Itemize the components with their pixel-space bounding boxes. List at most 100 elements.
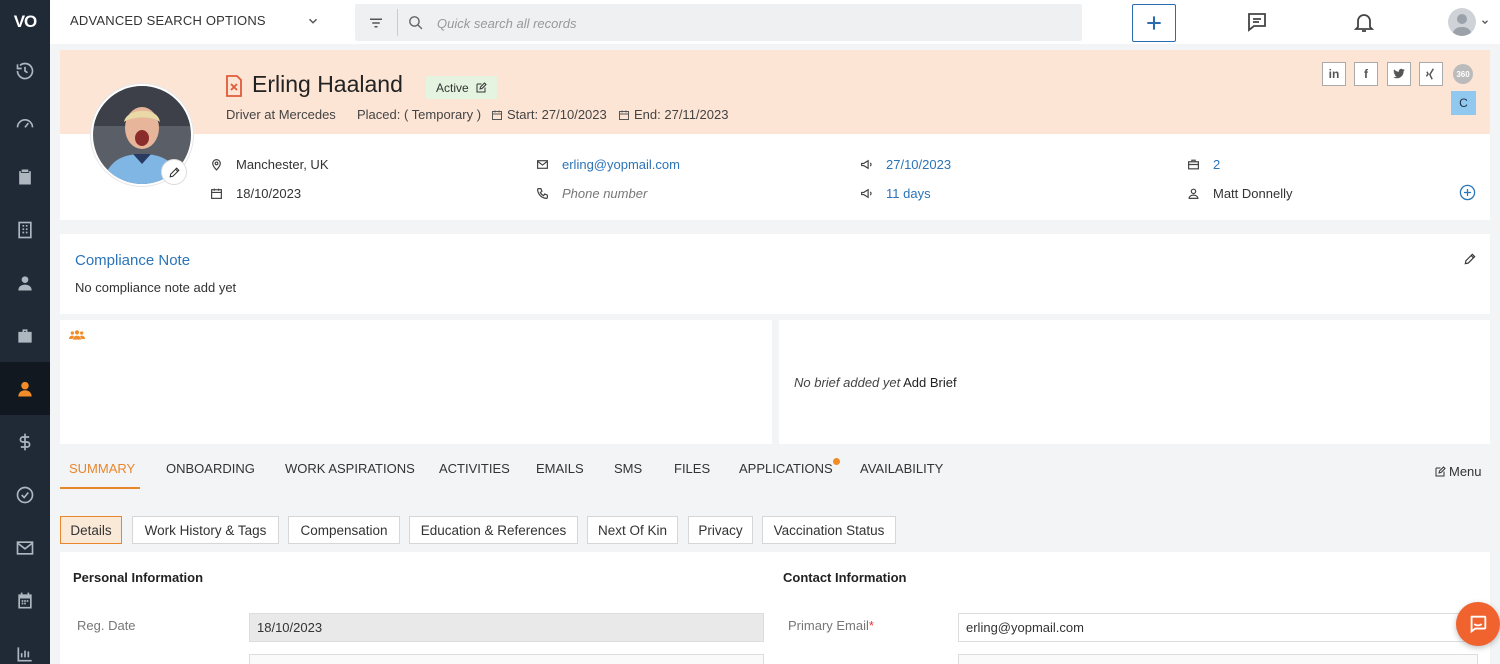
placement-start: Start: 27/10/2023 bbox=[491, 107, 607, 122]
sidebar-item-calendar[interactable] bbox=[0, 574, 50, 627]
profile-360-button[interactable]: 360 bbox=[1451, 62, 1475, 86]
contact-information-section: Contact Information Primary Email* bbox=[771, 552, 1490, 664]
add-circle-icon[interactable] bbox=[1459, 184, 1476, 201]
bell-icon[interactable] bbox=[1352, 10, 1376, 34]
quick-search-input[interactable] bbox=[437, 12, 1037, 34]
topbar: ADVANCED SEARCH OPTIONS bbox=[50, 0, 1500, 44]
subtab-privacy[interactable]: Privacy bbox=[688, 516, 753, 544]
email-link[interactable]: erling@yopmail.com bbox=[562, 157, 680, 172]
linkedin-icon: in bbox=[1328, 67, 1340, 81]
subtab-next-of-kin[interactable]: Next Of Kin bbox=[587, 516, 678, 544]
sidebar-item-dashboard[interactable] bbox=[0, 97, 50, 150]
user-icon bbox=[1188, 188, 1199, 199]
subtab-work-history[interactable]: Work History & Tags bbox=[132, 516, 279, 544]
next-field-stub[interactable] bbox=[249, 654, 764, 664]
jobs-count-field[interactable]: 2 bbox=[1187, 157, 1220, 172]
document-x-icon[interactable] bbox=[224, 74, 244, 98]
pencil-icon[interactable] bbox=[1463, 252, 1477, 266]
tab-sms[interactable]: SMS bbox=[614, 461, 642, 476]
subtab-compensation[interactable]: Compensation bbox=[288, 516, 400, 544]
jobs-count-text[interactable]: 2 bbox=[1213, 157, 1220, 172]
created-date-field: 18/10/2023 bbox=[210, 186, 301, 201]
sidebar-item-approvals[interactable] bbox=[0, 468, 50, 521]
subtab-details[interactable]: Details bbox=[60, 516, 122, 544]
category-badge[interactable]: C bbox=[1451, 91, 1476, 115]
tab-activities[interactable]: ACTIVITIES bbox=[439, 461, 510, 476]
tab-summary[interactable]: SUMMARY bbox=[69, 461, 135, 476]
profile-details bbox=[60, 134, 1490, 220]
contacts-icon bbox=[18, 275, 32, 290]
status-badge[interactable]: Active bbox=[426, 76, 497, 99]
subtab-education[interactable]: Education & References bbox=[409, 516, 578, 544]
sidebar-item-candidates[interactable] bbox=[0, 362, 50, 415]
contact-age-field[interactable]: 11 days bbox=[860, 186, 931, 201]
location-text: Manchester, UK bbox=[236, 157, 329, 172]
calendar-icon bbox=[211, 188, 222, 199]
check-circle-icon bbox=[16, 486, 34, 503]
linkedin-button[interactable]: in bbox=[1322, 62, 1346, 86]
owner-field: Matt Donnelly bbox=[1187, 186, 1292, 201]
edit-photo-button[interactable] bbox=[161, 159, 187, 185]
add-brief-link[interactable]: Add Brief bbox=[903, 375, 956, 390]
tab-onboarding[interactable]: ONBOARDING bbox=[166, 461, 255, 476]
user-avatar[interactable] bbox=[1448, 8, 1476, 36]
brief-row: No brief added yet Add Brief bbox=[794, 375, 957, 390]
history-icon bbox=[16, 62, 34, 79]
sidebar-item-history[interactable] bbox=[0, 44, 50, 97]
sidebar-item-companies[interactable] bbox=[0, 203, 50, 256]
support-chat-button[interactable] bbox=[1456, 602, 1500, 646]
building-icon bbox=[18, 221, 32, 238]
sidebar-item-contacts[interactable] bbox=[0, 256, 50, 309]
reports-icon bbox=[17, 646, 32, 661]
chat-icon[interactable] bbox=[1245, 10, 1269, 34]
advanced-search-toggle[interactable]: ADVANCED SEARCH OPTIONS bbox=[70, 13, 266, 28]
map-pin-icon bbox=[212, 159, 221, 171]
owner-text: Matt Donnelly bbox=[1213, 186, 1293, 201]
filter-icon[interactable] bbox=[367, 14, 385, 32]
notification-dot bbox=[833, 458, 840, 465]
menu-button[interactable]: Menu bbox=[1434, 464, 1482, 479]
team-icon bbox=[69, 330, 85, 340]
chevron-down-icon[interactable] bbox=[306, 14, 320, 28]
xing-button[interactable] bbox=[1419, 62, 1443, 86]
tab-applications[interactable]: APPLICATIONS bbox=[739, 461, 833, 476]
add-new-button[interactable] bbox=[1132, 4, 1176, 42]
last-contact-field[interactable]: 27/10/2023 bbox=[860, 157, 951, 172]
menu-label: Menu bbox=[1449, 464, 1482, 479]
sidebar-item-finance[interactable] bbox=[0, 415, 50, 468]
end-date-text: End: 27/11/2023 bbox=[634, 107, 729, 122]
sidebar-item-jobs[interactable] bbox=[0, 309, 50, 362]
sidebar-item-reports[interactable] bbox=[0, 627, 50, 664]
tab-files[interactable]: FILES bbox=[674, 461, 710, 476]
tab-work-aspirations[interactable]: WORK ASPIRATIONS bbox=[285, 461, 415, 476]
contact-info-title: Contact Information bbox=[783, 570, 907, 585]
role-text: Driver at Mercedes bbox=[226, 107, 336, 122]
primary-email-field[interactable] bbox=[958, 613, 1478, 642]
next-field-stub[interactable] bbox=[958, 654, 1478, 664]
contact-days-text[interactable]: 11 days bbox=[886, 186, 931, 201]
tab-emails[interactable]: EMAILS bbox=[536, 461, 584, 476]
location-field: Manchester, UK bbox=[210, 157, 329, 172]
sidebar: VO bbox=[0, 0, 50, 664]
app-logo[interactable]: VO bbox=[0, 0, 50, 44]
reg-date-field bbox=[249, 613, 764, 642]
phone-field[interactable]: Phone number bbox=[536, 186, 647, 201]
search-bar bbox=[355, 4, 1082, 41]
facebook-button[interactable]: f bbox=[1354, 62, 1378, 86]
subtab-vaccination[interactable]: Vaccination Status bbox=[762, 516, 896, 544]
email-field[interactable]: erling@yopmail.com bbox=[536, 157, 680, 172]
sidebar-item-mail[interactable] bbox=[0, 521, 50, 574]
start-date-text: Start: 27/10/2023 bbox=[507, 107, 607, 122]
compliance-text: No compliance note add yet bbox=[75, 280, 237, 295]
last-contact-date[interactable]: 27/10/2023 bbox=[886, 157, 951, 172]
search-divider bbox=[397, 9, 398, 36]
facebook-icon: f bbox=[1364, 67, 1368, 81]
chevron-down-icon[interactable] bbox=[1480, 17, 1490, 27]
calendar-icon bbox=[492, 110, 502, 120]
brief-panel: No brief added yet Add Brief bbox=[779, 320, 1490, 444]
twitter-button[interactable] bbox=[1387, 62, 1411, 86]
primary-email-label: Primary Email* bbox=[788, 618, 874, 633]
pencil-icon bbox=[168, 166, 180, 178]
tab-availability[interactable]: AVAILABILITY bbox=[860, 461, 943, 476]
sidebar-item-tasks[interactable] bbox=[0, 150, 50, 203]
